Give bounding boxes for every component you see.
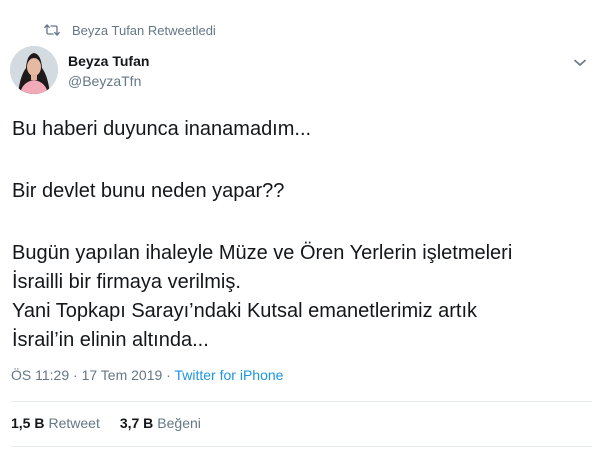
retweet-context[interactable]: Beyza Tufan Retweetledi <box>44 20 216 40</box>
more-options-button[interactable] <box>571 54 589 72</box>
meta-separator: · <box>69 367 82 383</box>
tweet-stats: 1,5 B Retweet 3,7 B Beğeni <box>11 415 221 431</box>
like-stat-label: Beğeni <box>157 415 201 431</box>
tweet-date[interactable]: 17 Tem 2019 <box>82 367 163 383</box>
author-handle[interactable]: @BeyzaTfn <box>68 71 149 91</box>
author-name[interactable]: Beyza Tufan <box>68 51 149 71</box>
tweet-meta: ÖS 11:29 · 17 Tem 2019 · Twitter for iPh… <box>11 367 283 383</box>
tweet-time[interactable]: ÖS 11:29 <box>11 367 69 383</box>
retweet-icon <box>44 24 60 36</box>
like-stat[interactable]: 3,7 B Beğeni <box>120 415 201 431</box>
profile-avatar-icon <box>10 46 58 94</box>
tweet-line: İsrail’in elinin altında... <box>12 329 209 351</box>
retweet-stat-label: Retweet <box>48 415 100 431</box>
tweet-line: Bir devlet bunu neden yapar?? <box>12 180 285 202</box>
author-block[interactable]: Beyza Tufan @BeyzaTfn <box>68 51 149 91</box>
divider <box>11 401 592 402</box>
retweet-label: Beyza Tufan Retweetledi <box>72 22 216 38</box>
tweet-card: Beyza Tufan Retweetledi Beyza Tufan @Bey… <box>0 0 603 451</box>
retweet-stat[interactable]: 1,5 B Retweet <box>11 415 100 431</box>
tweet-line: Bugün yapılan ihaleyle Müze ve Ören Yerl… <box>12 242 513 264</box>
tweet-line: İsrailli bir firmaya verilmiş. <box>12 271 241 293</box>
divider <box>11 446 592 447</box>
meta-separator: · <box>162 367 175 383</box>
tweet-line: Yani Topkapı Sarayı’ndaki Kutsal emanetl… <box>12 300 478 322</box>
avatar[interactable] <box>10 46 58 94</box>
tweet-body: Bu haberi duyunca inanamadım... Bir devl… <box>12 115 592 355</box>
tweet-line: Bu haberi duyunca inanamadım... <box>12 118 312 140</box>
retweet-count: 1,5 B <box>11 415 45 431</box>
tweet-source-link[interactable]: Twitter for iPhone <box>174 367 283 383</box>
chevron-down-icon <box>574 54 586 72</box>
like-count: 3,7 B <box>119 415 154 431</box>
